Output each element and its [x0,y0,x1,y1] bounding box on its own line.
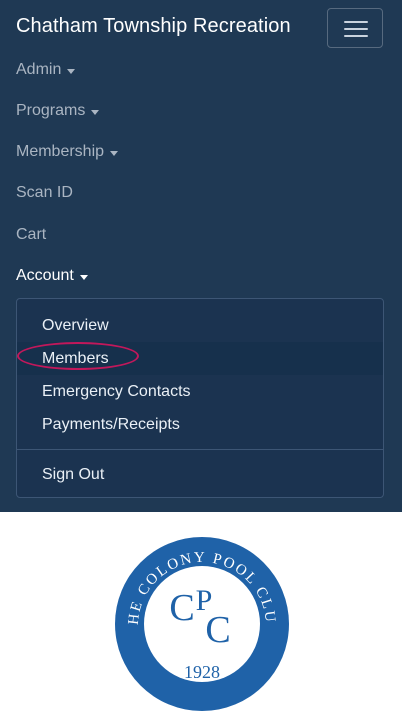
hamburger-icon-line [344,28,368,30]
caret-down-icon [91,109,100,115]
dropdown-item-payments-receipts[interactable]: Payments/Receipts [17,408,383,441]
hamburger-icon [344,21,368,23]
nav-item-cart[interactable]: Cart [16,226,46,244]
nav-item-account[interactable]: Account [16,267,88,285]
caret-down-icon [67,68,76,74]
dropdown-item-emergency-contacts[interactable]: Emergency Contacts [17,375,383,408]
nav-item-label: Programs [16,102,86,119]
caret-down-icon [110,150,119,156]
dropdown-item-sign-out[interactable]: Sign Out [17,458,383,491]
nav-item-programs[interactable]: Programs [16,102,100,120]
nav-item-scan-id[interactable]: Scan ID [16,184,73,202]
brand-title[interactable]: Chatham Township Recreation [16,15,291,38]
navbar: Chatham Township Recreation Admin Progra… [0,0,402,512]
nav-item-label: Admin [16,61,62,78]
nav-item-label: Cart [16,226,47,243]
logo-year: 1928 [184,662,220,682]
highlight-annotation-circle [17,342,139,370]
nav-item-admin[interactable]: Admin [16,61,76,79]
caret-down-icon [79,274,88,280]
logo-monogram-letter: C [169,587,194,629]
colony-pool-club-logo: THE COLONY POOL CLUB C P C 1928 [112,534,289,711]
hamburger-icon-line [344,35,368,37]
dropdown-divider [17,449,383,450]
dropdown-item-overview[interactable]: Overview [17,309,383,342]
account-dropdown-menu: Overview Members Emergency Contacts Paym… [16,298,384,498]
nav-item-label: Account [16,267,74,284]
nav-item-label: Scan ID [16,184,73,201]
nav-item-label: Membership [16,143,105,160]
nav-item-membership[interactable]: Membership [16,143,119,161]
navbar-toggler-button[interactable] [327,8,383,48]
logo-monogram-letter: C [205,609,230,651]
